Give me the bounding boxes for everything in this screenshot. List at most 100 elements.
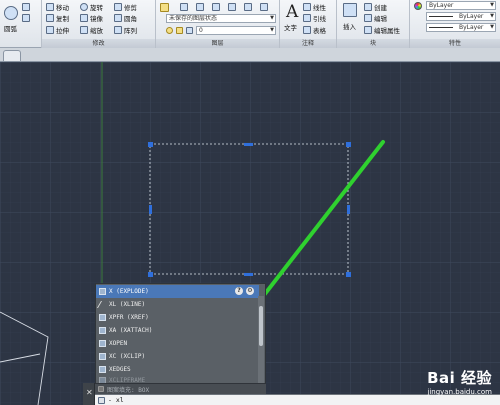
scale-button[interactable]: 缩放 (80, 25, 103, 35)
stretch-icon (46, 26, 54, 34)
linetype-swatch (429, 16, 453, 17)
leader-icon (303, 14, 311, 22)
watermark-url: jingyan.baidu.com (427, 388, 492, 396)
sun-icon (176, 27, 183, 34)
suggestion-xclip[interactable]: XC (XCLIP) (96, 350, 259, 363)
layer-tool-icon[interactable] (212, 3, 220, 11)
suggestion-xedges[interactable]: XEDGES (96, 363, 259, 376)
hatch-icon (98, 386, 104, 392)
mirror-button[interactable]: 镜像 (80, 13, 103, 23)
table-icon (303, 26, 311, 34)
xopen-icon (99, 340, 106, 347)
linetype-combo[interactable]: ByLayer ▼ (426, 12, 496, 21)
rotate-icon (80, 3, 88, 11)
block-panel: 插入 创建 编辑 编辑属性 块 (337, 0, 410, 48)
leader-button[interactable]: 引线 (303, 13, 326, 23)
help-icon[interactable]: ? (235, 287, 243, 295)
chevron-down-icon: ▼ (270, 27, 274, 33)
popup-scrollbar[interactable] (258, 296, 264, 388)
chevron-down-icon: ▼ (270, 15, 274, 21)
suggestion-xline[interactable]: XL (XLINE) (96, 298, 259, 311)
xedges-icon (99, 366, 106, 373)
arc-tool-icon[interactable] (22, 3, 30, 11)
chevron-down-icon: ▼ (490, 2, 494, 8)
dimension-icon (303, 3, 311, 11)
baidu-logo: Bai 经验 (427, 369, 492, 387)
layer-panel-label: 图层 (156, 39, 279, 48)
command-autocomplete-popup: X (EXPLODE) ? ⚙ XL (XLINE) XPFR (XREF) X… (95, 283, 266, 390)
layer-tool-icon[interactable] (228, 3, 236, 11)
arc-tool-label: 圆弧 (4, 25, 17, 33)
annotation-panel-label: 注释 (280, 39, 336, 48)
stretch-button[interactable]: 拉伸 (46, 25, 69, 35)
xattach-icon (99, 327, 106, 334)
layer-state-combo[interactable]: 未保存的图层状态 ▼ (166, 14, 276, 23)
modify-panel-label: 修改 (42, 39, 155, 48)
copy-icon (46, 14, 54, 22)
baidu-jingyan-watermark: Bai 经验 jingyan.baidu.com (427, 367, 492, 396)
suggestion-xattach[interactable]: XA (XATTACH) (96, 324, 259, 337)
lineweight-swatch (429, 27, 453, 28)
rectangle-tool-icon[interactable] (22, 14, 30, 22)
array-button[interactable]: 阵列 (114, 25, 137, 35)
command-prompt-icon (98, 396, 105, 404)
fillet-icon (114, 14, 122, 22)
block-panel-label: 块 (337, 39, 409, 48)
edit-block-icon (364, 14, 372, 22)
fillet-button[interactable]: 圆角 (114, 13, 137, 23)
copy-button[interactable]: 复制 (46, 13, 69, 23)
insert-block-icon[interactable] (343, 3, 357, 17)
color-combo[interactable]: ByLayer ▼ (426, 1, 496, 10)
document-tab-strip (0, 48, 500, 62)
mirror-icon (80, 14, 88, 22)
move-icon (46, 3, 54, 11)
move-button[interactable]: 移动 (46, 2, 69, 12)
text-tool-icon[interactable]: A (286, 2, 298, 22)
array-icon (114, 26, 122, 34)
layer-panel: 未保存的图层状态 ▼ 0 ▼ 图层 (156, 0, 280, 48)
lineweight-combo[interactable]: ByLayer ▼ (426, 23, 496, 32)
chevron-down-icon: ▼ (490, 13, 494, 19)
xref-icon (99, 314, 106, 321)
ribbon: 圆弧 移动 旋转 修剪 复制 镜像 圆角 拉伸 缩放 阵列 修改 未保存的图层状… (0, 0, 500, 48)
modify-panel: 移动 旋转 修剪 复制 镜像 圆角 拉伸 缩放 阵列 修改 (42, 0, 156, 48)
command-history: 图案填充: BOX (95, 383, 266, 394)
suggestion-xopen[interactable]: XOPEN (96, 337, 259, 350)
circle-tool-icon[interactable] (4, 6, 18, 20)
layer-tool-icon[interactable] (180, 3, 188, 11)
lock-icon (186, 27, 193, 34)
settings-icon[interactable]: ⚙ (246, 287, 254, 295)
chevron-down-icon: ▼ (490, 24, 494, 30)
suggestion-xref[interactable]: XPFR (XREF) (96, 311, 259, 324)
lightbulb-icon (166, 27, 173, 34)
layer-tool-icon[interactable] (244, 3, 252, 11)
draw-panel: 圆弧 (0, 0, 42, 48)
layer-properties-icon[interactable] (160, 3, 169, 12)
insert-label: 插入 (343, 23, 356, 31)
layer-combo[interactable]: 0 ▼ (196, 26, 276, 35)
annotation-panel: A 文字 线性 引线 表格 注释 (280, 0, 337, 48)
edit-block-button[interactable]: 编辑 (364, 13, 387, 23)
create-block-button[interactable]: 创建 (364, 2, 387, 12)
table-button[interactable]: 表格 (303, 25, 326, 35)
color-wheel-icon[interactable] (414, 2, 422, 10)
xline-icon (96, 301, 109, 308)
trim-icon (114, 3, 122, 11)
rotate-button[interactable]: 旋转 (80, 2, 103, 12)
edit-attributes-button[interactable]: 编辑属性 (364, 25, 400, 35)
create-block-icon (364, 3, 372, 11)
xclip-icon (99, 353, 106, 360)
trim-button[interactable]: 修剪 (114, 2, 137, 12)
scrollbar-thumb[interactable] (259, 306, 263, 346)
close-icon[interactable]: ✕ (86, 388, 93, 397)
edit-attributes-icon (364, 26, 372, 34)
layer-tool-icon[interactable] (260, 3, 268, 11)
properties-panel: ByLayer ▼ ByLayer ▼ ByLayer ▼ 特性 (410, 0, 500, 48)
layer-tool-icon[interactable] (196, 3, 204, 11)
scale-icon (80, 26, 88, 34)
text-tool-label: 文字 (284, 24, 297, 32)
document-tab[interactable] (3, 50, 21, 61)
linear-dim-button[interactable]: 线性 (303, 2, 326, 12)
command-line-side: ✕ (83, 383, 95, 405)
properties-panel-label: 特性 (410, 39, 500, 48)
